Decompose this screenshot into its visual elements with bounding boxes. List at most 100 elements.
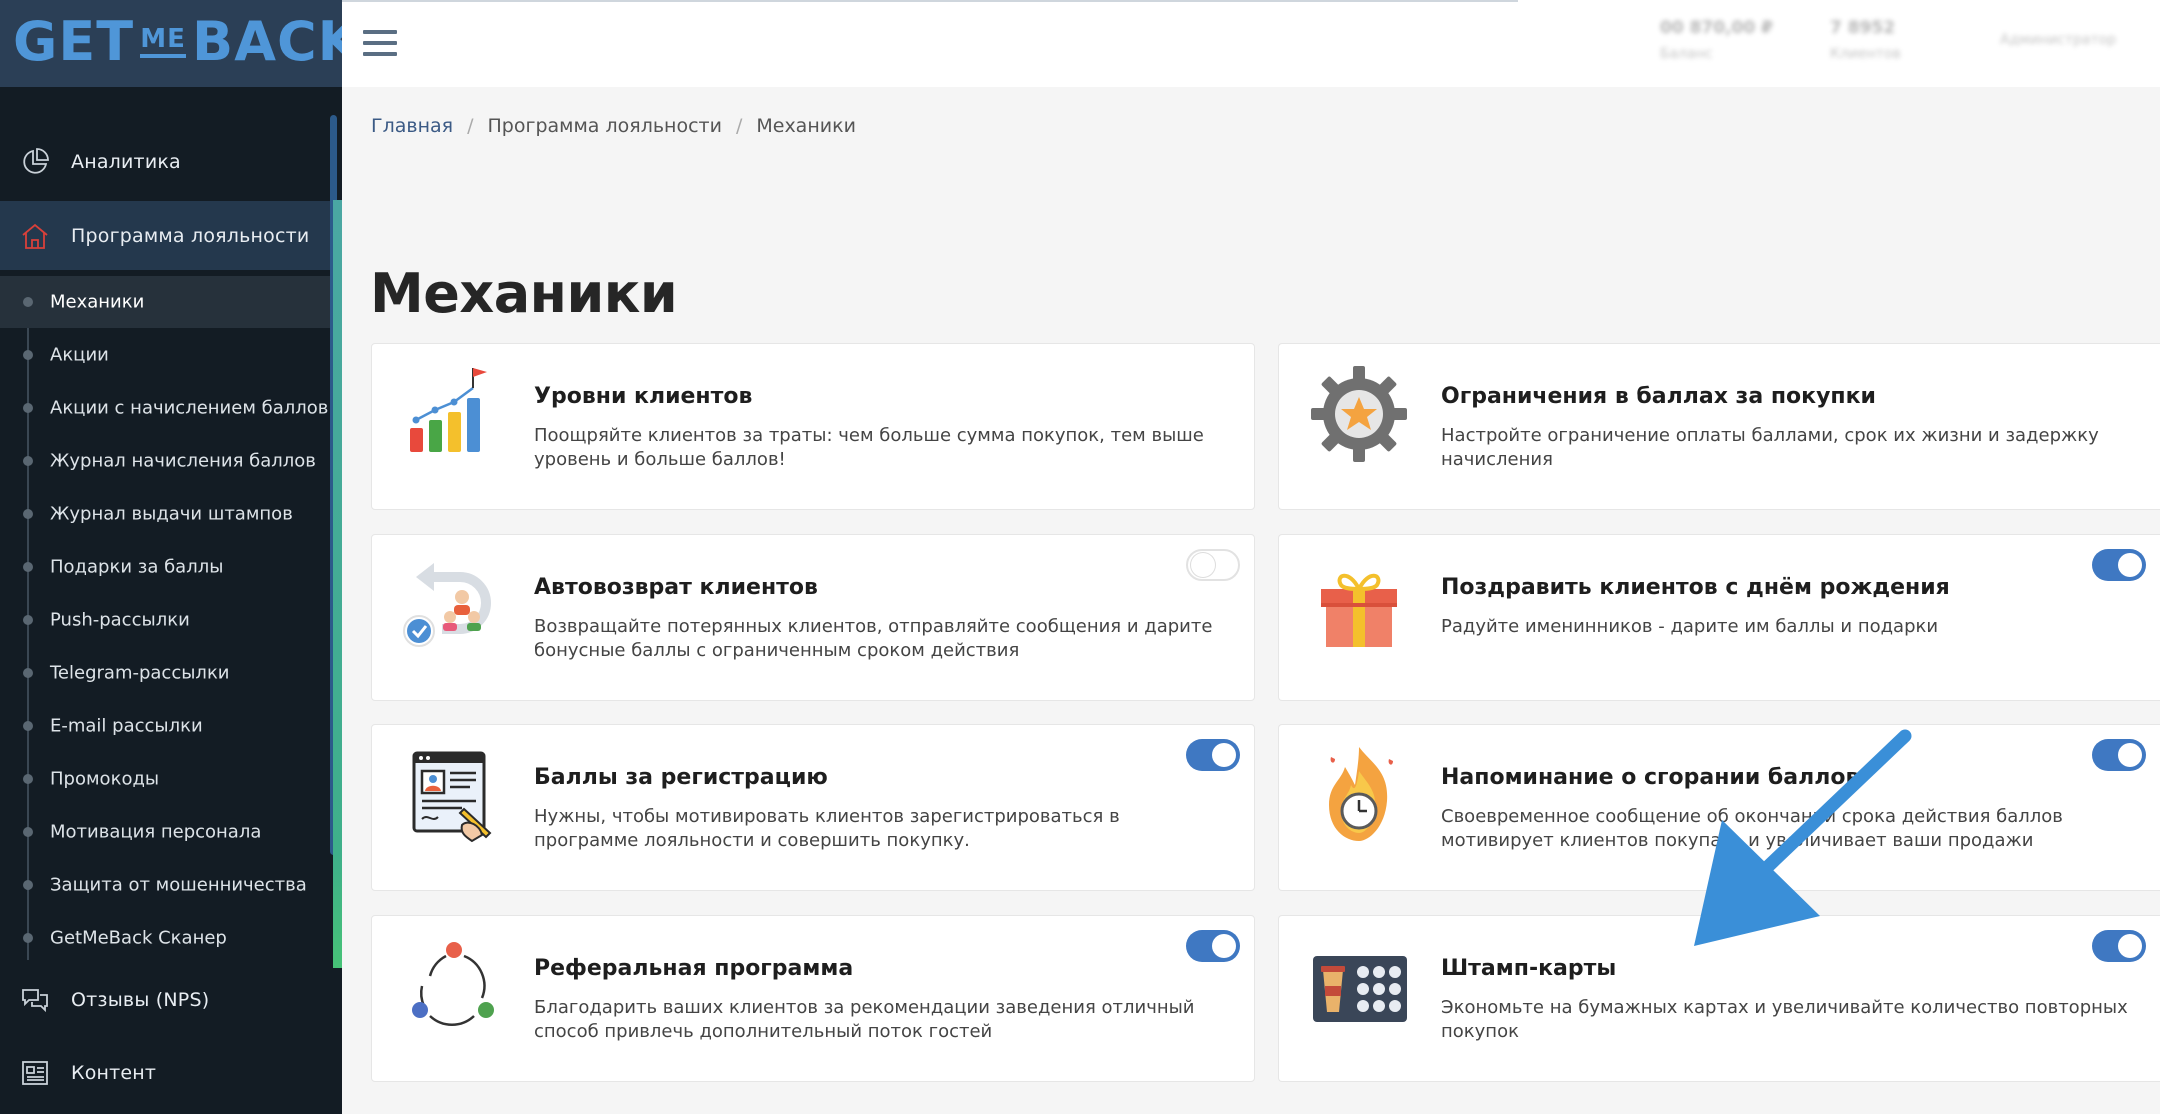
- sidebar-subitem-label: Механики: [50, 291, 145, 313]
- sidebar-subitem-gifts[interactable]: Подарки за баллы: [0, 541, 333, 593]
- levels-chart-icon: [410, 368, 487, 452]
- sidebar-subitem-telegram[interactable]: Telegram-рассылки: [0, 647, 333, 699]
- bullet-icon: [23, 350, 33, 360]
- mechanic-description: Экономьте на бумажных картах и увеличива…: [1441, 997, 2128, 1042]
- logo-text-middle-wrap: ME: [140, 24, 187, 58]
- sidebar-subitem-stamps-log[interactable]: Журнал выдачи штампов: [0, 488, 333, 540]
- auto-return-toggle[interactable]: [1186, 549, 1240, 581]
- sidebar-subitem-promotions[interactable]: Акции: [0, 329, 333, 381]
- stat-value: 00 870,00 ₽: [1660, 18, 1773, 38]
- sidebar-subitem-label: Журнал начисления баллов: [50, 450, 316, 472]
- gift-box-icon: [1321, 573, 1397, 647]
- page-title: Механики: [370, 262, 678, 325]
- logo-text-middle: ME: [140, 24, 186, 54]
- breadcrumb-separator: /: [735, 115, 743, 137]
- stat-label: Клиентов: [1830, 46, 1901, 62]
- bullet-icon: [23, 880, 33, 890]
- sidebar-subitem-email[interactable]: E-mail рассылки: [0, 700, 333, 752]
- registration-points-toggle[interactable]: [1186, 739, 1240, 771]
- breadcrumb-separator: /: [467, 115, 474, 137]
- mechanic-description: Радуйте именинников - дарите им баллы и …: [1441, 616, 1939, 637]
- mechanic-card-birthday[interactable]: Поздравить клиентов с днём рождения Раду…: [1278, 534, 2160, 701]
- sidebar-item-loyalty[interactable]: Программа лояльности: [0, 201, 333, 270]
- return-customers-icon: [403, 563, 491, 647]
- sidebar-subitem-staff-motivation[interactable]: Мотивация персонала: [0, 806, 333, 858]
- sidebar-subitem-fraud-protection[interactable]: Защита от мошенничества: [0, 859, 333, 911]
- sidebar-subitem-label: Журнал выдачи штампов: [50, 503, 293, 525]
- sidebar-subitem-label: E-mail рассылки: [50, 715, 203, 737]
- sidebar-subitem-label: Акции с начислением баллов: [50, 397, 329, 419]
- mechanic-description: Своевременное сообщение об окончании сро…: [1441, 806, 2063, 851]
- stat-label: Баланс: [1660, 46, 1713, 62]
- sidebar-subitem-label: Защита от мошенничества: [50, 874, 307, 896]
- mechanic-description: Благодарить ваших клиентов за рекомендац…: [534, 997, 1195, 1042]
- topbar-user[interactable]: Администратор: [2000, 32, 2116, 48]
- stat-value: 7 8952: [1830, 18, 1896, 38]
- bullet-icon: [23, 668, 33, 678]
- mechanic-title: Баллы за регистрацию: [534, 765, 828, 790]
- mechanic-title: Реферальная программа: [534, 956, 854, 981]
- mechanic-card-registration-points[interactable]: Баллы за регистрацию Нужны, чтобы мотиви…: [371, 724, 1255, 891]
- sidebar-subitem-promocodes[interactable]: Промокоды: [0, 753, 333, 805]
- bullet-icon: [23, 562, 33, 572]
- gear-star-icon: [1311, 366, 1407, 462]
- mechanic-title: Поздравить клиентов с днём рождения: [1441, 575, 1950, 600]
- bullet-icon: [23, 615, 33, 625]
- mechanic-title: Ограничения в баллах за покупки: [1441, 384, 1876, 409]
- sidebar-item-label: Аналитика: [71, 151, 181, 173]
- mechanic-card-stamp-cards[interactable]: Штамп-карты Экономьте на бумажных картах…: [1278, 915, 2160, 1082]
- topbar-border: [342, 0, 1518, 2]
- registration-form-icon: [412, 751, 492, 843]
- mechanic-card-expiry-reminder[interactable]: Напоминание о сгорании баллов Своевремен…: [1278, 724, 2160, 891]
- stamp-card-icon: [1313, 956, 1407, 1022]
- sidebar-subitem-label: Подарки за баллы: [50, 556, 224, 578]
- bullet-icon: [23, 297, 33, 307]
- document-icon: [22, 1061, 48, 1085]
- stamp-cards-toggle[interactable]: [2092, 930, 2146, 962]
- topbar-stat-balance: 00 870,00 ₽ Баланс: [1660, 18, 1773, 62]
- sidebar-subitem-scanner[interactable]: GetMeBack Сканер: [0, 912, 333, 964]
- mechanic-card-client-levels[interactable]: Уровни клиентов Поощряйте клиентов за тр…: [371, 343, 1255, 510]
- mechanic-title: Штамп-карты: [1441, 956, 1617, 981]
- sidebar-subitem-label: Мотивация персонала: [50, 821, 262, 843]
- bullet-icon: [23, 403, 33, 413]
- sidebar-subitem-label: Акции: [50, 344, 109, 366]
- breadcrumb-home-link[interactable]: Главная: [371, 115, 453, 137]
- sidebar-item-analytics[interactable]: Аналитика: [0, 126, 333, 198]
- topbar-stat-clients: 7 8952 Клиентов: [1830, 18, 1901, 62]
- logo-text-right: BACK: [192, 10, 361, 73]
- breadcrumb: Главная / Программа лояльности / Механик…: [371, 115, 856, 137]
- referral-toggle[interactable]: [1186, 930, 1240, 962]
- sidebar-subitem-promotions-points[interactable]: Акции с начислением баллов: [0, 382, 333, 434]
- user-name: Администратор: [2000, 32, 2117, 48]
- logo-area[interactable]: GET ME BACK: [0, 0, 359, 87]
- mechanic-title: Напоминание о сгорании баллов: [1441, 765, 1860, 790]
- sidebar-item-label: Программа лояльности: [71, 224, 310, 247]
- mechanic-card-auto-return[interactable]: Автовозврат клиентов Возвращайте потерян…: [371, 534, 1255, 701]
- breadcrumb-section-link[interactable]: Программа лояльности: [487, 115, 721, 137]
- sidebar-item-content[interactable]: Контент: [0, 1037, 333, 1109]
- sidebar-subitem-push[interactable]: Push-рассылки: [0, 594, 333, 646]
- sidebar-subitem-points-log[interactable]: Журнал начисления баллов: [0, 435, 333, 487]
- mechanic-title: Уровни клиентов: [534, 384, 753, 409]
- menu-toggle-button[interactable]: [363, 30, 399, 60]
- sidebar-subitem-label: Push-рассылки: [50, 609, 190, 631]
- breadcrumb-current: Механики: [756, 115, 856, 137]
- mechanic-card-points-limits[interactable]: Ограничения в баллах за покупки Настройт…: [1278, 343, 2160, 510]
- sidebar-accent-stripe: [333, 200, 342, 968]
- pie-chart-icon: [23, 148, 49, 174]
- mechanic-description: Нужны, чтобы мотивировать клиентов зарег…: [534, 806, 1120, 851]
- sidebar-subitem-label: Промокоды: [50, 768, 160, 790]
- expiry-reminder-toggle[interactable]: [2092, 739, 2146, 771]
- mechanic-card-referral[interactable]: Реферальная программа Благодарить ваших …: [371, 915, 1255, 1082]
- sidebar-subitem-mechanics[interactable]: Механики: [0, 276, 333, 328]
- sidebar-subitem-label: Telegram-рассылки: [50, 662, 230, 684]
- bullet-icon: [23, 827, 33, 837]
- sidebar-item-nps[interactable]: Отзывы (NPS): [0, 964, 333, 1036]
- home-icon: [22, 223, 48, 249]
- sidebar-item-label: Отзывы (NPS): [71, 989, 210, 1011]
- referral-cycle-icon: [412, 942, 494, 1026]
- mechanic-title: Автовозврат клиентов: [534, 575, 818, 600]
- mechanic-description: Поощряйте клиентов за траты: чем больше …: [534, 425, 1204, 470]
- birthday-toggle[interactable]: [2092, 549, 2146, 581]
